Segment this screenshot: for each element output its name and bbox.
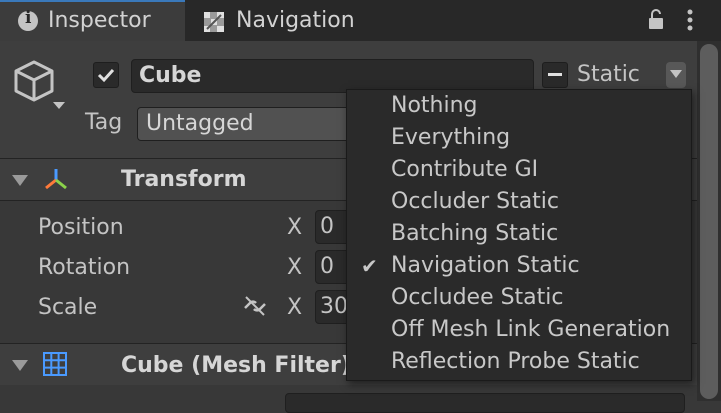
mesh-filter-title: Cube (Mesh Filter)	[121, 353, 351, 378]
navigation-icon	[204, 12, 224, 32]
static-dropdown-button[interactable]	[666, 62, 686, 88]
transform-title: Transform	[121, 167, 247, 192]
tag-dropdown[interactable]: Untagged	[137, 107, 357, 141]
checkmark-icon: ✔	[361, 254, 378, 278]
position-x-label[interactable]: X	[287, 215, 302, 240]
tag-label: Tag	[85, 110, 123, 135]
menu-item-batching-static[interactable]: Batching Static	[391, 221, 558, 246]
position-label: Position	[38, 215, 124, 240]
transform-icon	[45, 169, 67, 190]
static-label: Static	[577, 62, 640, 87]
kebab-menu-icon[interactable]	[686, 9, 694, 33]
position-x-value: 0	[320, 214, 334, 239]
foldout-arrow-icon[interactable]	[12, 175, 28, 186]
scrollbar-thumb[interactable]	[700, 44, 718, 399]
link-off-icon[interactable]	[241, 294, 269, 318]
menu-item-everything[interactable]: Everything	[391, 125, 510, 150]
menu-item-reflection-probe-static[interactable]: Reflection Probe Static	[391, 349, 640, 374]
scale-label: Scale	[38, 295, 98, 320]
static-checkbox[interactable]	[542, 62, 568, 88]
menu-item-contribute-gi[interactable]: Contribute GI	[391, 157, 538, 182]
info-icon	[18, 8, 38, 31]
mixed-dash-icon	[548, 73, 562, 76]
checkmark-icon	[97, 68, 115, 83]
tag-value: Untagged	[146, 111, 254, 136]
mesh-filter-icon	[43, 352, 67, 376]
scale-x-label[interactable]: X	[287, 295, 302, 320]
dropdown-arrow-icon	[670, 70, 682, 78]
mesh-field[interactable]	[285, 393, 685, 413]
menu-item-occluder-static[interactable]: Occluder Static	[391, 189, 559, 214]
scale-x-value: 30	[320, 294, 348, 319]
tab-inspector-label: Inspector	[48, 8, 151, 33]
rotation-x-label[interactable]: X	[287, 255, 302, 280]
object-name-field[interactable]: Cube	[131, 59, 534, 93]
static-flags-menu: Nothing Everything Contribute GI Occlude…	[346, 89, 692, 381]
foldout-arrow-icon[interactable]	[12, 360, 28, 371]
menu-item-navigation-static[interactable]: Navigation Static	[391, 253, 580, 278]
menu-item-occludee-static[interactable]: Occludee Static	[391, 285, 564, 310]
tab-navigation[interactable]: Navigation	[236, 8, 355, 33]
gameobject-cube-icon[interactable]	[12, 58, 72, 112]
active-checkbox[interactable]	[93, 62, 119, 88]
lock-icon[interactable]	[647, 8, 665, 32]
menu-item-off-mesh-link-generation[interactable]: Off Mesh Link Generation	[391, 317, 670, 342]
object-name-value: Cube	[139, 63, 202, 88]
menu-item-nothing[interactable]: Nothing	[391, 93, 478, 118]
rotation-x-value: 0	[320, 254, 334, 279]
rotation-label: Rotation	[38, 255, 131, 280]
